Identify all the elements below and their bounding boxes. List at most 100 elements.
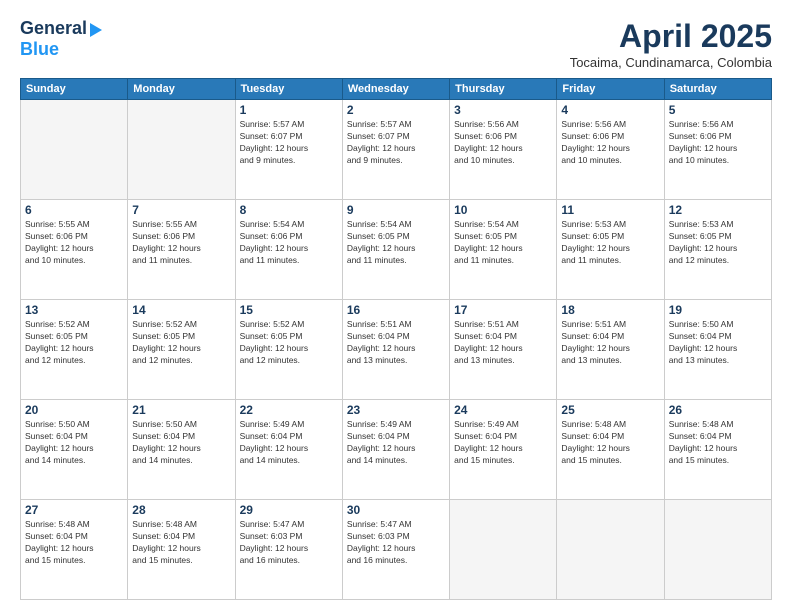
calendar-cell: 12 Sunrise: 5:53 AMSunset: 6:05 PMDayligh… <box>664 200 771 300</box>
page: General Blue April 2025 Tocaima, Cundina… <box>0 0 792 612</box>
calendar-cell: 17Sunrise: 5:51 AMSunset: 6:04 PMDayligh… <box>450 300 557 400</box>
calendar-cell <box>450 500 557 600</box>
day-info: Sunrise: 5:55 AMSunset: 6:06 PMDaylight:… <box>25 219 123 267</box>
calendar-cell: 20Sunrise: 5:50 AMSunset: 6:04 PMDayligh… <box>21 400 128 500</box>
calendar-week-row: 27Sunrise: 5:48 AMSunset: 6:04 PMDayligh… <box>21 500 772 600</box>
calendar-week-row: 6 Sunrise: 5:55 AMSunset: 6:06 PMDaylight… <box>21 200 772 300</box>
day-number: 9 <box>347 203 445 217</box>
calendar-cell: 26 Sunrise: 5:48 AMSunset: 6:04 PMDayligh… <box>664 400 771 500</box>
day-number: 25 <box>561 403 659 417</box>
calendar-cell: 6 Sunrise: 5:55 AMSunset: 6:06 PMDaylight… <box>21 200 128 300</box>
col-saturday: Saturday <box>664 79 771 100</box>
day-info: Sunrise: 5:52 AMSunset: 6:05 PMDaylight:… <box>240 319 338 367</box>
month-title: April 2025 <box>570 18 772 55</box>
day-number: 10 <box>454 203 552 217</box>
calendar-cell <box>664 500 771 600</box>
calendar-cell: 3 Sunrise: 5:56 AMSunset: 6:06 PMDaylight… <box>450 100 557 200</box>
day-info: Sunrise: 5:54 AMSunset: 6:06 PMDaylight:… <box>240 219 338 267</box>
day-number: 16 <box>347 303 445 317</box>
day-info: Sunrise: 5:47 AMSunset: 6:03 PMDaylight:… <box>240 519 338 567</box>
day-number: 1 <box>240 103 338 117</box>
calendar-cell: 11 Sunrise: 5:53 AMSunset: 6:05 PMDayligh… <box>557 200 664 300</box>
col-wednesday: Wednesday <box>342 79 449 100</box>
calendar-cell: 22Sunrise: 5:49 AMSunset: 6:04 PMDayligh… <box>235 400 342 500</box>
calendar-cell: 21 Sunrise: 5:50 AMSunset: 6:04 PMDayligh… <box>128 400 235 500</box>
day-info: Sunrise: 5:50 AMSunset: 6:04 PMDaylight:… <box>669 319 767 367</box>
day-info: Sunrise: 5:54 AMSunset: 6:05 PMDaylight:… <box>347 219 445 267</box>
day-info: Sunrise: 5:49 AMSunset: 6:04 PMDaylight:… <box>240 419 338 467</box>
calendar-cell <box>557 500 664 600</box>
day-number: 18 <box>561 303 659 317</box>
calendar-week-row: 13Sunrise: 5:52 AMSunset: 6:05 PMDayligh… <box>21 300 772 400</box>
day-info: Sunrise: 5:55 AMSunset: 6:06 PMDaylight:… <box>132 219 230 267</box>
day-number: 15 <box>240 303 338 317</box>
col-friday: Friday <box>557 79 664 100</box>
col-tuesday: Tuesday <box>235 79 342 100</box>
day-info: Sunrise: 5:57 AMSunset: 6:07 PMDaylight:… <box>347 119 445 167</box>
day-number: 3 <box>454 103 552 117</box>
day-info: Sunrise: 5:54 AMSunset: 6:05 PMDaylight:… <box>454 219 552 267</box>
calendar-cell: 16 Sunrise: 5:51 AMSunset: 6:04 PMDayligh… <box>342 300 449 400</box>
day-number: 7 <box>132 203 230 217</box>
day-info: Sunrise: 5:52 AMSunset: 6:05 PMDaylight:… <box>25 319 123 367</box>
day-number: 24 <box>454 403 552 417</box>
calendar-cell: 29 Sunrise: 5:47 AMSunset: 6:03 PMDayligh… <box>235 500 342 600</box>
calendar-cell: 2 Sunrise: 5:57 AMSunset: 6:07 PMDaylight… <box>342 100 449 200</box>
calendar-table: Sunday Monday Tuesday Wednesday Thursday… <box>20 78 772 600</box>
calendar-cell: 24Sunrise: 5:49 AMSunset: 6:04 PMDayligh… <box>450 400 557 500</box>
day-info: Sunrise: 5:50 AMSunset: 6:04 PMDaylight:… <box>132 419 230 467</box>
day-info: Sunrise: 5:50 AMSunset: 6:04 PMDaylight:… <box>25 419 123 467</box>
day-number: 5 <box>669 103 767 117</box>
day-info: Sunrise: 5:53 AMSunset: 6:05 PMDaylight:… <box>669 219 767 267</box>
day-number: 6 <box>25 203 123 217</box>
day-info: Sunrise: 5:53 AMSunset: 6:05 PMDaylight:… <box>561 219 659 267</box>
calendar-cell: 10 Sunrise: 5:54 AMSunset: 6:05 PMDayligh… <box>450 200 557 300</box>
calendar-cell: 7 Sunrise: 5:55 AMSunset: 6:06 PMDaylight… <box>128 200 235 300</box>
day-info: Sunrise: 5:48 AMSunset: 6:04 PMDaylight:… <box>669 419 767 467</box>
calendar-cell: 15 Sunrise: 5:52 AMSunset: 6:05 PMDayligh… <box>235 300 342 400</box>
day-number: 23 <box>347 403 445 417</box>
calendar-week-row: 20Sunrise: 5:50 AMSunset: 6:04 PMDayligh… <box>21 400 772 500</box>
day-number: 4 <box>561 103 659 117</box>
calendar-cell: 30Sunrise: 5:47 AMSunset: 6:03 PMDayligh… <box>342 500 449 600</box>
day-info: Sunrise: 5:56 AMSunset: 6:06 PMDaylight:… <box>669 119 767 167</box>
day-info: Sunrise: 5:57 AMSunset: 6:07 PMDaylight:… <box>240 119 338 167</box>
calendar-cell: 13Sunrise: 5:52 AMSunset: 6:05 PMDayligh… <box>21 300 128 400</box>
calendar-cell: 28 Sunrise: 5:48 AMSunset: 6:04 PMDayligh… <box>128 500 235 600</box>
col-monday: Monday <box>128 79 235 100</box>
day-number: 26 <box>669 403 767 417</box>
calendar-cell: 1 Sunrise: 5:57 AMSunset: 6:07 PMDaylight… <box>235 100 342 200</box>
day-info: Sunrise: 5:48 AMSunset: 6:04 PMDaylight:… <box>25 519 123 567</box>
calendar-cell: 23 Sunrise: 5:49 AMSunset: 6:04 PMDayligh… <box>342 400 449 500</box>
day-number: 2 <box>347 103 445 117</box>
day-number: 29 <box>240 503 338 517</box>
day-number: 21 <box>132 403 230 417</box>
day-number: 8 <box>240 203 338 217</box>
day-number: 11 <box>561 203 659 217</box>
calendar-header-row: Sunday Monday Tuesday Wednesday Thursday… <box>21 79 772 100</box>
calendar-cell: 27Sunrise: 5:48 AMSunset: 6:04 PMDayligh… <box>21 500 128 600</box>
day-info: Sunrise: 5:51 AMSunset: 6:04 PMDaylight:… <box>347 319 445 367</box>
calendar-cell: 9 Sunrise: 5:54 AMSunset: 6:05 PMDaylight… <box>342 200 449 300</box>
calendar-cell: 4 Sunrise: 5:56 AMSunset: 6:06 PMDaylight… <box>557 100 664 200</box>
day-info: Sunrise: 5:48 AMSunset: 6:04 PMDaylight:… <box>561 419 659 467</box>
day-info: Sunrise: 5:49 AMSunset: 6:04 PMDaylight:… <box>347 419 445 467</box>
logo-blue-text: Blue <box>20 39 59 60</box>
location: Tocaima, Cundinamarca, Colombia <box>570 55 772 70</box>
day-info: Sunrise: 5:56 AMSunset: 6:06 PMDaylight:… <box>561 119 659 167</box>
calendar-cell: 19Sunrise: 5:50 AMSunset: 6:04 PMDayligh… <box>664 300 771 400</box>
calendar-cell: 8 Sunrise: 5:54 AMSunset: 6:06 PMDaylight… <box>235 200 342 300</box>
day-info: Sunrise: 5:48 AMSunset: 6:04 PMDaylight:… <box>132 519 230 567</box>
header: General Blue April 2025 Tocaima, Cundina… <box>20 18 772 70</box>
calendar-cell: 14Sunrise: 5:52 AMSunset: 6:05 PMDayligh… <box>128 300 235 400</box>
day-number: 12 <box>669 203 767 217</box>
day-info: Sunrise: 5:51 AMSunset: 6:04 PMDaylight:… <box>561 319 659 367</box>
calendar-cell: 25 Sunrise: 5:48 AMSunset: 6:04 PMDayligh… <box>557 400 664 500</box>
calendar-cell <box>128 100 235 200</box>
day-number: 28 <box>132 503 230 517</box>
day-info: Sunrise: 5:52 AMSunset: 6:05 PMDaylight:… <box>132 319 230 367</box>
day-info: Sunrise: 5:56 AMSunset: 6:06 PMDaylight:… <box>454 119 552 167</box>
calendar-cell: 18 Sunrise: 5:51 AMSunset: 6:04 PMDayligh… <box>557 300 664 400</box>
day-number: 17 <box>454 303 552 317</box>
day-info: Sunrise: 5:47 AMSunset: 6:03 PMDaylight:… <box>347 519 445 567</box>
